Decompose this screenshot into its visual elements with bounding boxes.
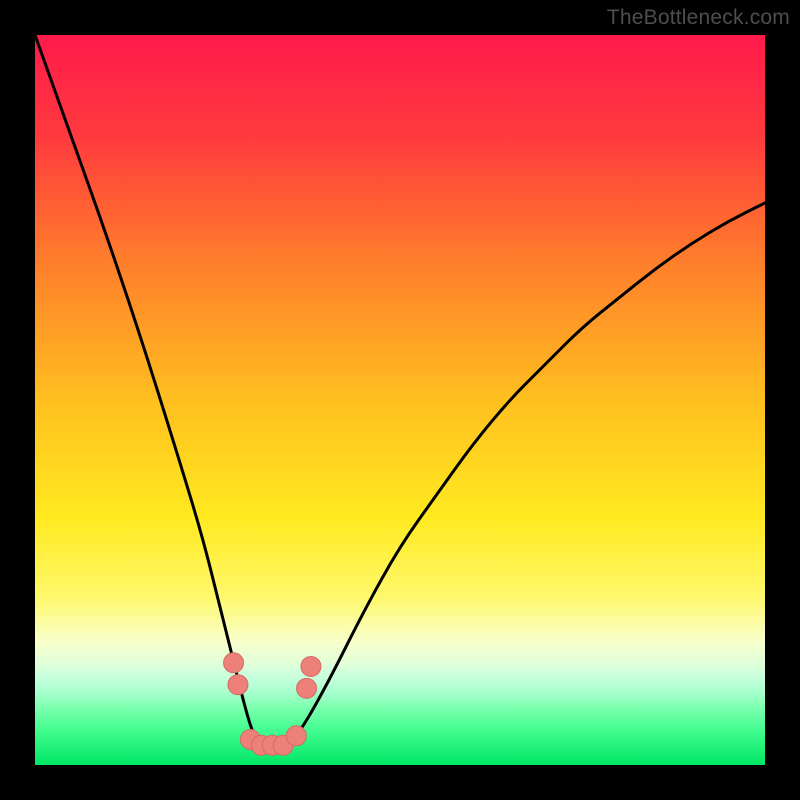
curve-marker [301,656,321,676]
chart-frame: TheBottleneck.com [0,0,800,800]
curve-markers [224,653,321,755]
bottleneck-curve [35,35,765,747]
curve-marker [228,675,248,695]
curve-layer [35,35,765,765]
curve-marker [286,726,306,746]
watermark-text: TheBottleneck.com [607,6,790,30]
curve-marker [297,678,317,698]
plot-area [35,35,765,765]
curve-marker [224,653,244,673]
